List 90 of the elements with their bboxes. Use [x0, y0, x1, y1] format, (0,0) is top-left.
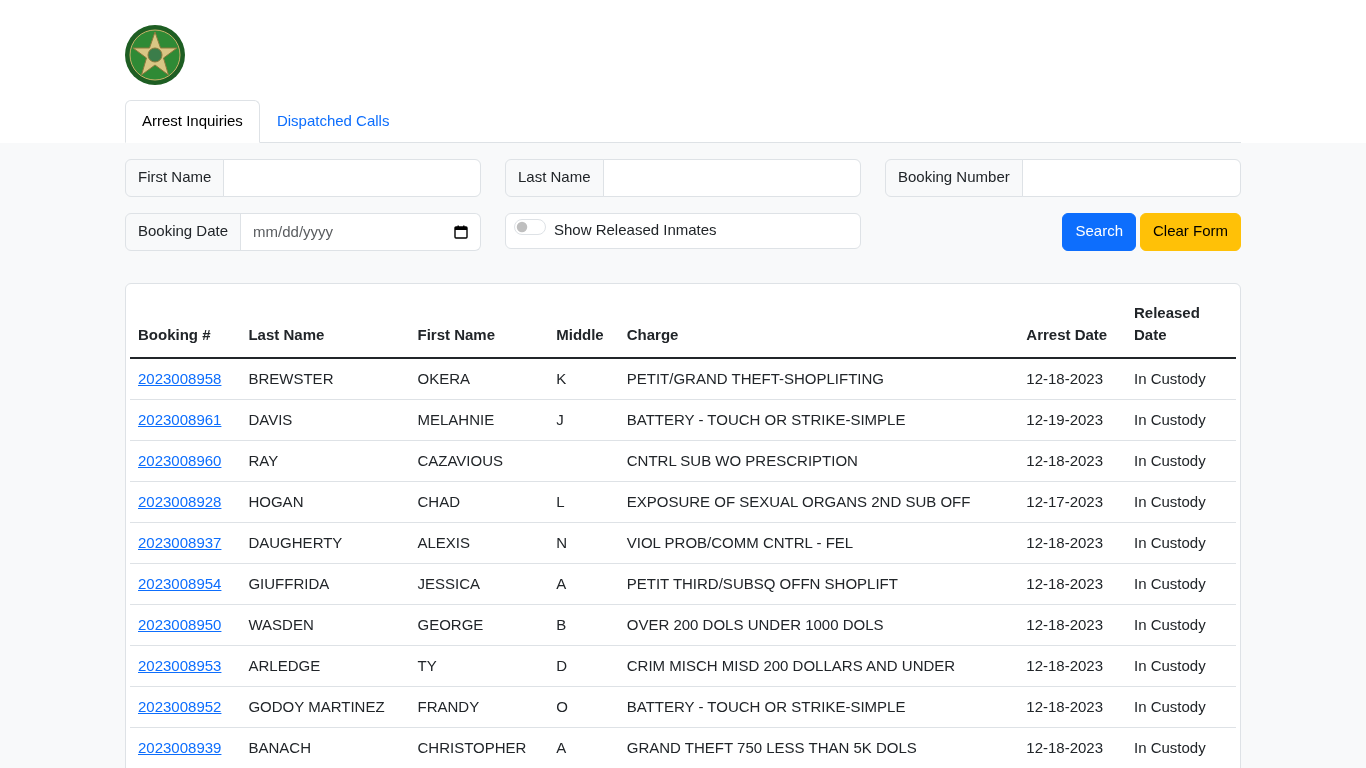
table-cell: O [556, 697, 568, 715]
table-cell: GRAND THEFT 750 LESS THAN 5K DOLS [626, 738, 917, 756]
field-label: Booking Date [125, 212, 242, 251]
table-cell: ARLEDGE [248, 656, 321, 674]
table-cell: EXPOSURE OF SEXUAL ORGANS 2ND SUB OFF [626, 492, 971, 510]
table-cell: A [556, 738, 567, 756]
table-cell: DAVIS [248, 410, 293, 428]
booking-link[interactable]: 2023008950 [138, 615, 222, 633]
column-header: Arrest Date [1018, 287, 1126, 358]
table-cell: DAUGHERTY [248, 533, 343, 551]
table-cell: 12-19-2023 [1026, 410, 1104, 428]
column-header: Released Date [1126, 287, 1236, 358]
switch-label: Show Released Inmates [554, 220, 717, 241]
table-cell: 12-18-2023 [1026, 574, 1104, 592]
table-cell: 12-18-2023 [1026, 738, 1104, 756]
table-cell: D [556, 656, 568, 674]
search-button[interactable]: Search [1062, 212, 1136, 251]
table-cell: In Custody [1134, 492, 1206, 510]
table-cell: CHRISTOPHER [417, 738, 527, 756]
table-cell: ALEXIS [417, 533, 470, 551]
column-header: Charge [618, 287, 1019, 358]
table-cell: In Custody [1134, 574, 1206, 592]
table-cell: In Custody [1134, 451, 1206, 469]
table-cell: L [556, 492, 565, 510]
table-cell: HOGAN [248, 492, 304, 510]
booking-link[interactable]: 2023008953 [138, 656, 222, 674]
field-label: Booking Number [885, 158, 1023, 197]
table-cell: BREWSTER [248, 369, 334, 387]
table-cell: A [556, 574, 567, 592]
table-cell: CRIM MISCH MISD 200 DOLLARS AND UNDER [626, 656, 956, 674]
booking-link[interactable]: 2023008961 [138, 410, 222, 428]
booking-link[interactable]: 2023008958 [138, 369, 222, 387]
table-cell: 12-17-2023 [1026, 492, 1104, 510]
column-header: Last Name [240, 287, 410, 358]
table-cell: 12-18-2023 [1026, 697, 1104, 715]
table-cell: 12-18-2023 [1026, 533, 1104, 551]
booking-link[interactable]: 2023008960 [138, 451, 222, 469]
table-cell: In Custody [1134, 656, 1206, 674]
field-label: First Name [125, 158, 225, 197]
table-cell: FRANDY [417, 697, 480, 715]
table-cell: 12-18-2023 [1026, 656, 1104, 674]
table-cell: OVER 200 DOLS UNDER 1000 DOLS [626, 615, 884, 633]
table-cell: BATTERY - TOUCH OR STRIKE-SIMPLE [626, 697, 906, 715]
table-cell: OKERA [417, 369, 470, 387]
table-cell: J [556, 410, 564, 428]
table-cell: 12-18-2023 [1026, 615, 1104, 633]
table-cell: In Custody [1134, 615, 1206, 633]
table-cell: MELAHNIE [417, 410, 495, 428]
table-cell: CAZAVIOUS [417, 451, 504, 469]
table-cell: In Custody [1134, 738, 1206, 756]
table-cell: In Custody [1134, 369, 1206, 387]
table-cell: CNTRL SUB WO PRESCRIPTION [626, 451, 858, 469]
booking-link[interactable]: 2023008954 [138, 574, 222, 592]
table-cell: TY [417, 656, 437, 674]
text-field[interactable] [602, 158, 861, 197]
table-cell: GODOY MARTINEZ [248, 697, 385, 715]
column-header: Middle [548, 287, 619, 358]
tab[interactable]: Arrest Inquiries [125, 100, 260, 143]
table-cell: In Custody [1134, 533, 1206, 551]
table-cell: In Custody [1134, 697, 1206, 715]
table-cell: BANACH [248, 738, 311, 756]
table-cell: B [556, 615, 567, 633]
table-cell: VIOL PROB/COMM CNTRL - FEL [626, 533, 854, 551]
clear-button[interactable]: Clear Form [1140, 212, 1241, 251]
text-field[interactable] [1021, 158, 1241, 197]
toggle-switch[interactable] [514, 218, 546, 235]
table-cell: JESSICA [417, 574, 480, 592]
booking-link[interactable]: 2023008939 [138, 738, 222, 756]
sheriff-badge-logo [125, 25, 185, 85]
table-cell: WASDEN [248, 615, 314, 633]
column-header: Booking # [130, 287, 241, 358]
table-cell: GEORGE [417, 615, 484, 633]
table-cell: N [556, 533, 568, 551]
column-header: First Name [409, 287, 549, 358]
booking-link[interactable]: 2023008952 [138, 697, 222, 715]
booking-link[interactable]: 2023008928 [138, 492, 222, 510]
table-cell: In Custody [1134, 410, 1206, 428]
table-cell: K [556, 369, 567, 387]
table-cell: PETIT THIRD/SUBSQ OFFN SHOPLIFT [626, 574, 898, 592]
tab[interactable]: Dispatched Calls [259, 100, 407, 143]
table-cell: GIUFFRIDA [248, 574, 330, 592]
table-cell: CHAD [417, 492, 460, 510]
booking-link[interactable]: 2023008937 [138, 533, 222, 551]
table-cell: 12-18-2023 [1026, 451, 1104, 469]
text-field[interactable] [223, 158, 481, 197]
table-cell: BATTERY - TOUCH OR STRIKE-SIMPLE [626, 410, 906, 428]
table-cell: RAY [248, 451, 279, 469]
table-cell: PETIT/GRAND THEFT-SHOPLIFTING [626, 369, 884, 387]
table-cell: 12-18-2023 [1026, 369, 1104, 387]
field-label: Last Name [505, 158, 604, 197]
